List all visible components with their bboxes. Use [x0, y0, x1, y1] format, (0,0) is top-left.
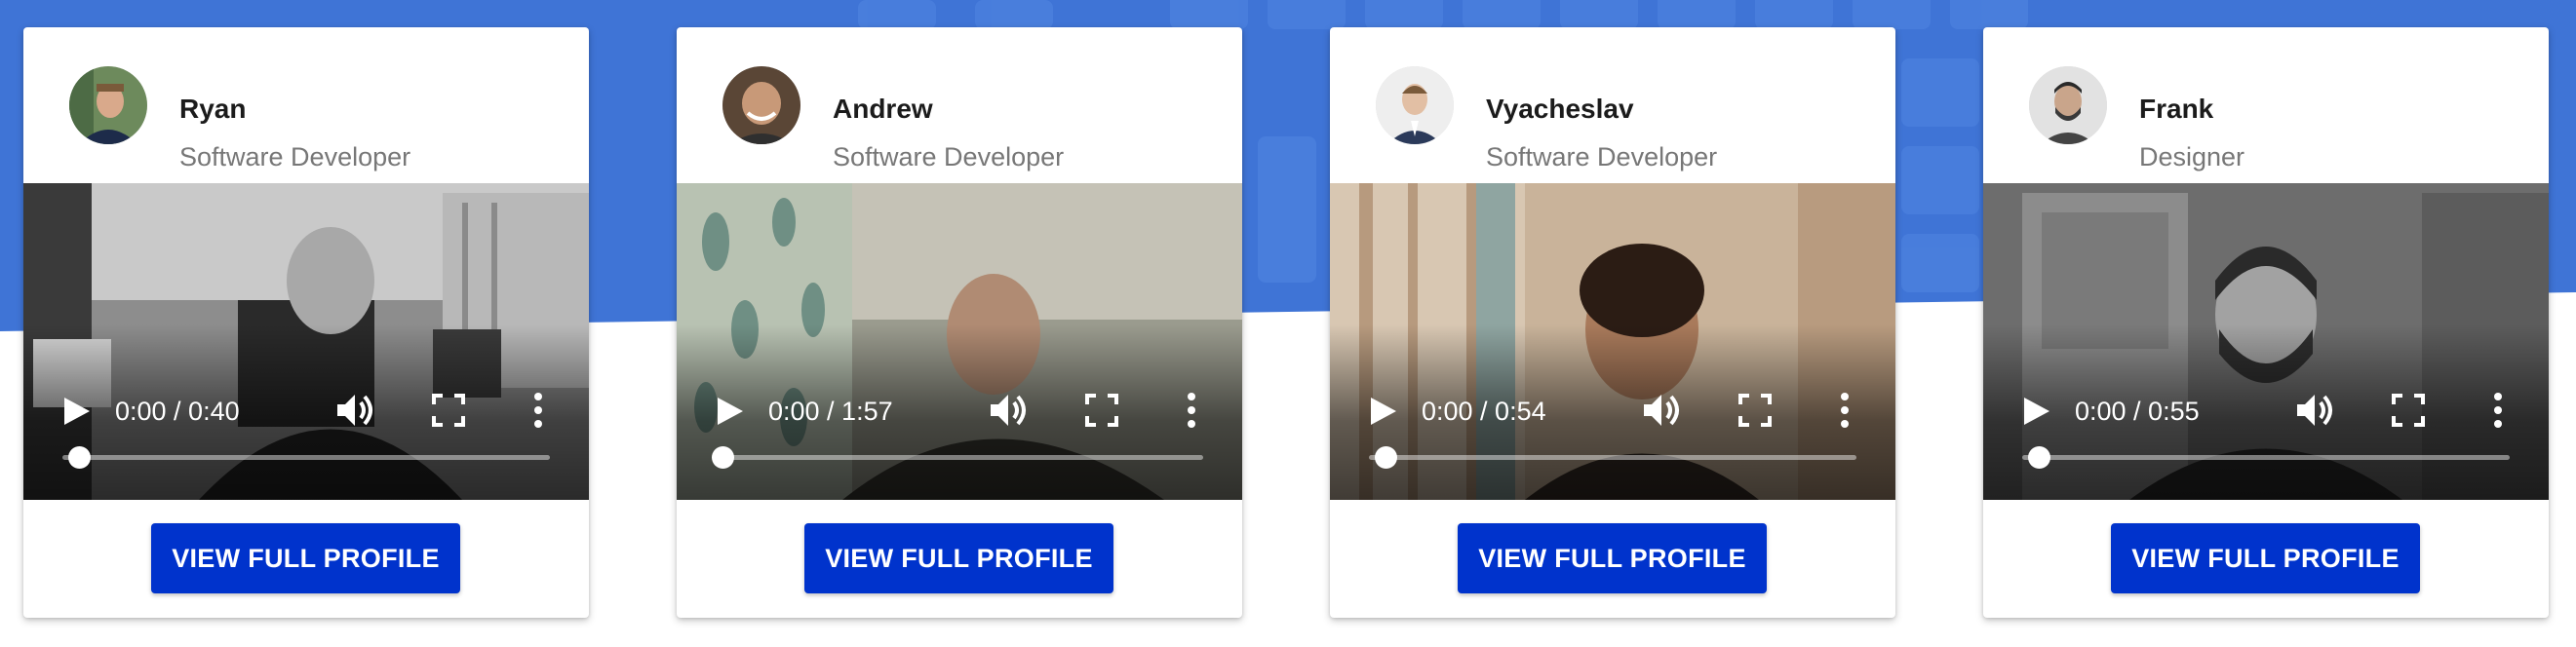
card-footer: VIEW FULL PROFILE — [677, 500, 1242, 618]
volume-icon[interactable] — [987, 389, 1030, 432]
video-time: 0:00 / 1:57 — [768, 397, 893, 426]
volume-icon[interactable] — [1640, 389, 1683, 432]
video-time: 0:00 / 0:40 — [115, 397, 240, 426]
member-name: Vyacheslav — [1486, 94, 1634, 124]
member-role: Software Developer — [179, 142, 411, 171]
volume-icon[interactable] — [2293, 389, 2336, 432]
seek-thumb[interactable] — [68, 446, 91, 469]
seek-bar[interactable] — [1369, 446, 1856, 469]
video-player[interactable]: 0:00 / 1:57 — [677, 183, 1242, 500]
video-time: 0:00 / 0:55 — [2075, 397, 2200, 426]
seek-thumb[interactable] — [712, 446, 734, 469]
card-header: Ryan Software Developer — [23, 27, 589, 183]
card-footer: VIEW FULL PROFILE — [1983, 500, 2549, 618]
avatar — [722, 66, 800, 144]
seek-bar[interactable] — [2022, 446, 2510, 469]
volume-icon[interactable] — [333, 389, 376, 432]
controls-gradient — [1983, 324, 2549, 500]
more-vertical-icon[interactable] — [528, 389, 548, 432]
member-role: Software Developer — [833, 142, 1065, 171]
video-player[interactable]: 0:00 / 0:55 — [1983, 183, 2549, 500]
member-role: Designer — [2139, 142, 2245, 171]
avatar — [1376, 66, 1454, 144]
view-full-profile-button[interactable]: VIEW FULL PROFILE — [804, 523, 1113, 593]
member-name: Ryan — [179, 94, 247, 124]
profile-card: Vyacheslav Software Developer 0:00 / 0:5… — [1330, 27, 1895, 618]
view-full-profile-button[interactable]: VIEW FULL PROFILE — [2111, 523, 2420, 593]
card-footer: VIEW FULL PROFILE — [1330, 500, 1895, 618]
seek-bar[interactable] — [712, 446, 1203, 469]
more-vertical-icon[interactable] — [1835, 389, 1854, 432]
member-name: Andrew — [833, 94, 933, 124]
controls-gradient — [23, 324, 589, 500]
fullscreen-icon[interactable] — [2391, 393, 2426, 428]
more-vertical-icon[interactable] — [1182, 389, 1201, 432]
view-full-profile-button[interactable]: VIEW FULL PROFILE — [1458, 523, 1767, 593]
video-time: 0:00 / 0:54 — [1422, 397, 1546, 426]
member-role: Software Developer — [1486, 142, 1718, 171]
fullscreen-icon[interactable] — [1737, 393, 1773, 428]
controls-gradient — [677, 324, 1242, 500]
fullscreen-icon[interactable] — [431, 393, 466, 428]
fullscreen-icon[interactable] — [1084, 393, 1119, 428]
card-footer: VIEW FULL PROFILE — [23, 500, 589, 618]
play-icon[interactable] — [59, 392, 94, 431]
play-icon[interactable] — [712, 392, 747, 431]
profile-card: Andrew Software Developer 0:00 / 1:57 VI… — [677, 27, 1242, 618]
profile-card: Ryan Software Developer 0:00 / 0:40 VIEW… — [23, 27, 589, 618]
seek-bar[interactable] — [62, 446, 550, 469]
avatar — [2029, 66, 2107, 144]
card-header: Frank Designer — [1983, 27, 2549, 183]
video-player[interactable]: 0:00 / 0:40 — [23, 183, 589, 500]
seek-thumb[interactable] — [1375, 446, 1397, 469]
profile-card: Frank Designer 0:00 / 0:55 VIEW FULL PRO… — [1983, 27, 2549, 618]
seek-thumb[interactable] — [2028, 446, 2050, 469]
avatar — [69, 66, 147, 144]
more-vertical-icon[interactable] — [2488, 389, 2508, 432]
member-name: Frank — [2139, 94, 2214, 124]
view-full-profile-button[interactable]: VIEW FULL PROFILE — [151, 523, 460, 593]
page: Ryan Software Developer 0:00 / 0:40 VIEW… — [0, 0, 2576, 647]
card-header: Andrew Software Developer — [677, 27, 1242, 183]
card-header: Vyacheslav Software Developer — [1330, 27, 1895, 183]
video-player[interactable]: 0:00 / 0:54 — [1330, 183, 1895, 500]
controls-gradient — [1330, 324, 1895, 500]
play-icon[interactable] — [2018, 392, 2053, 431]
play-icon[interactable] — [1365, 392, 1400, 431]
